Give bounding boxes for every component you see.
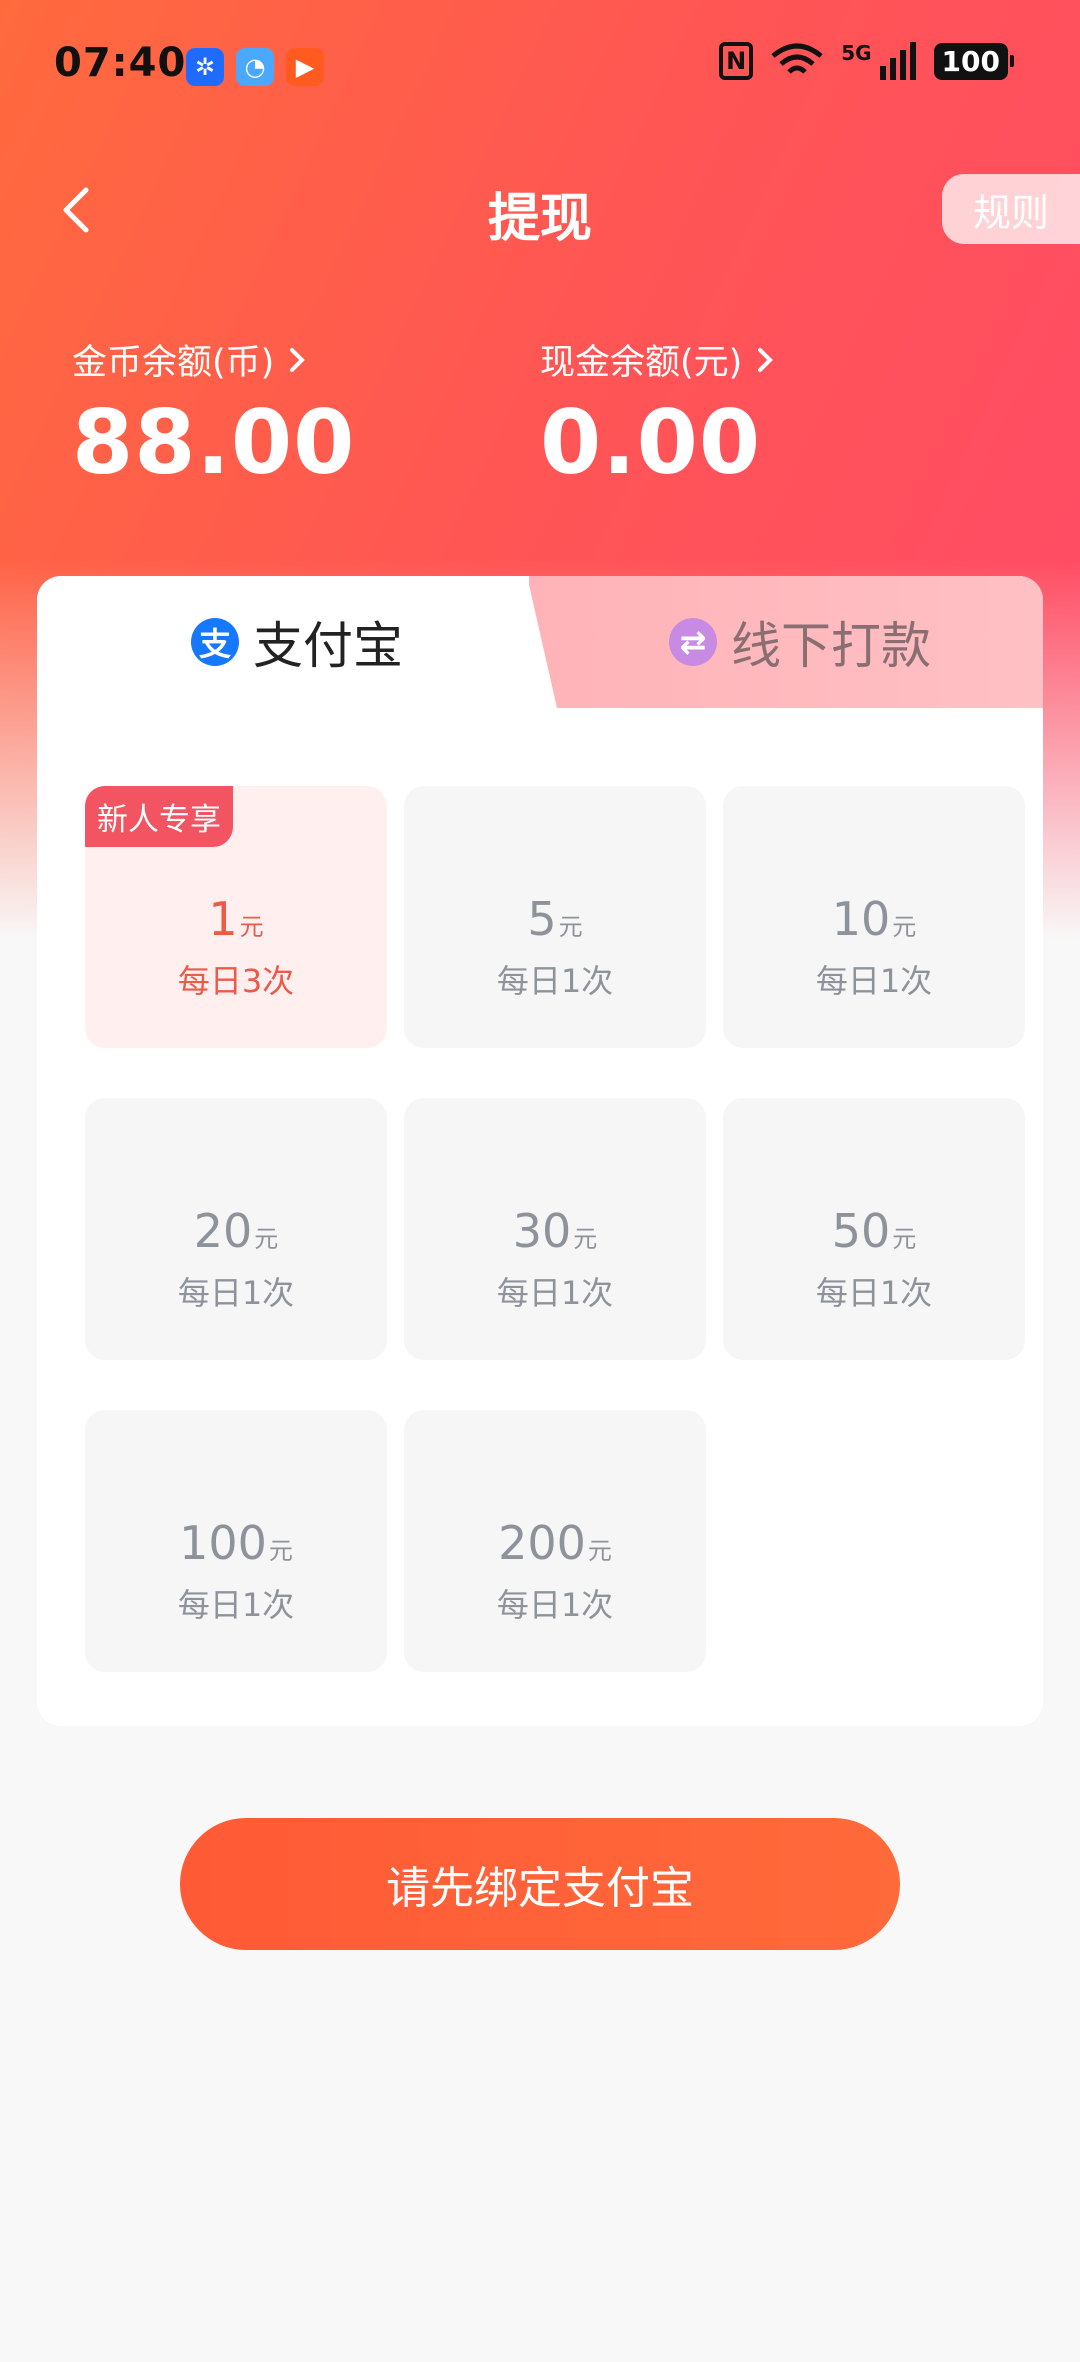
amount-limit: 每日1次	[496, 962, 614, 1000]
status-time: 07:40	[54, 40, 187, 86]
tab-alipay[interactable]: 支 支付宝	[37, 576, 557, 708]
amount-unit: 元	[892, 913, 917, 941]
cash-balance[interactable]: 现金余额(元) 0.00	[540, 334, 774, 494]
amount-value: 30	[512, 1204, 572, 1258]
page-title: 提现	[487, 189, 592, 249]
amount-limit: 每日1次	[177, 1274, 295, 1312]
amount-option-1[interactable]: 新人专享 1元 每日3次	[85, 786, 387, 1048]
amount-value: 200	[498, 1516, 586, 1570]
video-app-icon: ▶	[286, 48, 324, 86]
status-indicators: N 5G 100	[719, 41, 1015, 80]
amount-option-20[interactable]: 20元 每日1次	[85, 1098, 387, 1360]
amount-unit: 元	[587, 1537, 612, 1565]
alipay-icon: 支	[191, 618, 239, 666]
new-user-badge: 新人专享	[85, 786, 233, 847]
amount-value: 10	[831, 892, 891, 946]
wifi-icon	[771, 43, 823, 74]
nfc-icon: N	[719, 42, 754, 80]
cash-balance-label: 现金余额(元)	[540, 343, 743, 383]
chevron-right-icon	[758, 347, 774, 372]
amount-limit: 每日1次	[496, 1586, 614, 1624]
coin-balance[interactable]: 金币余额(币) 88.00	[72, 334, 355, 494]
signal-icon	[879, 42, 916, 80]
amount-option-100[interactable]: 100元 每日1次	[85, 1410, 387, 1672]
battery-indicator: 100	[933, 42, 1015, 80]
amount-unit: 元	[892, 1225, 917, 1253]
rules-button[interactable]: 规则	[942, 174, 1080, 244]
amount-option-30[interactable]: 30元 每日1次	[404, 1098, 706, 1360]
amount-limit: 每日1次	[177, 1586, 295, 1624]
status-app-icons: ✲ ◔ ▶	[186, 48, 324, 86]
amount-option-50[interactable]: 50元 每日1次	[723, 1098, 1025, 1360]
amount-unit: 元	[268, 1537, 293, 1565]
amount-value: 20	[193, 1204, 253, 1258]
rules-label: 规则	[972, 190, 1049, 235]
amount-unit: 元	[573, 1225, 598, 1253]
amount-unit: 元	[558, 913, 583, 941]
tab-alipay-label: 支付宝	[253, 617, 403, 675]
browser-app-icon: ◔	[236, 48, 274, 86]
bind-alipay-label: 请先绑定支付宝	[386, 1863, 694, 1914]
bind-alipay-button[interactable]: 请先绑定支付宝	[180, 1818, 900, 1950]
pinwheel-app-icon: ✲	[186, 48, 224, 86]
chevron-right-icon	[290, 347, 306, 372]
cash-balance-value: 0.00	[540, 391, 762, 494]
amount-value: 100	[179, 1516, 267, 1570]
network-type: 5G	[841, 41, 872, 65]
tab-offline-label: 线下打款	[731, 617, 931, 675]
amount-option-5[interactable]: 5元 每日1次	[404, 786, 706, 1048]
withdraw-card: 支 支付宝 ⇄ 线下打款 新人专享 1元 每日3次 5元 每日1次 10元 每日…	[37, 576, 1043, 1726]
coin-balance-label: 金币余额(币)	[72, 343, 275, 383]
amount-limit: 每日1次	[815, 962, 933, 1000]
transfer-icon: ⇄	[669, 618, 717, 666]
amount-value: 1	[208, 892, 238, 946]
coin-balance-value: 88.00	[72, 391, 356, 494]
amount-unit: 元	[254, 1225, 279, 1253]
amount-limit: 每日3次	[177, 962, 295, 1000]
amount-value: 50	[831, 1204, 891, 1258]
amount-limit: 每日1次	[496, 1274, 614, 1312]
amount-option-10[interactable]: 10元 每日1次	[723, 786, 1025, 1048]
amount-unit: 元	[239, 913, 264, 941]
amount-option-200[interactable]: 200元 每日1次	[404, 1410, 706, 1672]
amount-value: 5	[527, 892, 557, 946]
tab-offline-transfer[interactable]: ⇄ 线下打款	[557, 576, 1043, 708]
amount-limit: 每日1次	[815, 1274, 933, 1312]
